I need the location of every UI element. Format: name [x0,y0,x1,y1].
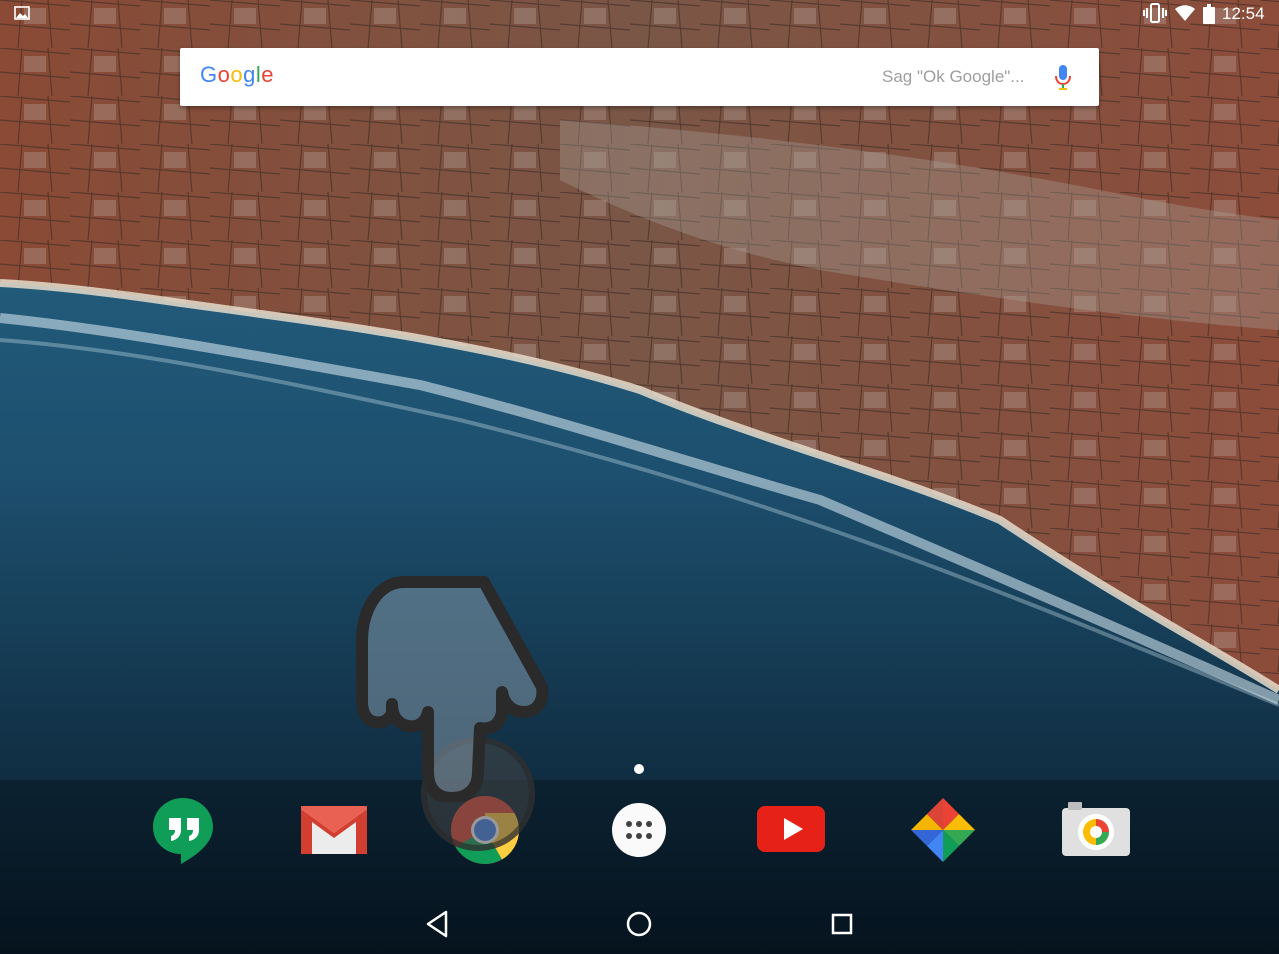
navigation-bar [0,890,1279,954]
battery-icon [1203,4,1215,29]
status-bar: 12:54 [0,0,1279,28]
youtube-app[interactable] [755,794,827,866]
wifi-icon [1174,4,1196,27]
hangouts-icon [153,798,213,864]
mic-icon[interactable] [1054,64,1072,97]
hangouts-app[interactable] [147,794,219,866]
home-icon[interactable] [619,904,659,944]
photos-icon [911,798,975,862]
recents-icon[interactable] [822,904,862,944]
photos-app[interactable] [907,794,979,866]
image-notification-icon [14,5,30,25]
camera-icon [1062,802,1130,856]
app-drawer[interactable] [603,794,675,866]
vibrate-icon [1143,3,1167,28]
back-icon[interactable] [418,904,458,944]
search-hint: Sag "Ok Google"... [882,67,1025,86]
youtube-icon [757,806,825,852]
page-indicator [634,764,644,774]
app-drawer-icon [612,803,666,857]
hand-pointer-icon [352,572,552,807]
status-clock: 12:54 [1222,4,1265,23]
google-logo: Google [200,62,275,87]
camera-app[interactable] [1060,794,1132,866]
google-search-bar[interactable]: Google Sag "Ok Google"... [180,48,1099,106]
